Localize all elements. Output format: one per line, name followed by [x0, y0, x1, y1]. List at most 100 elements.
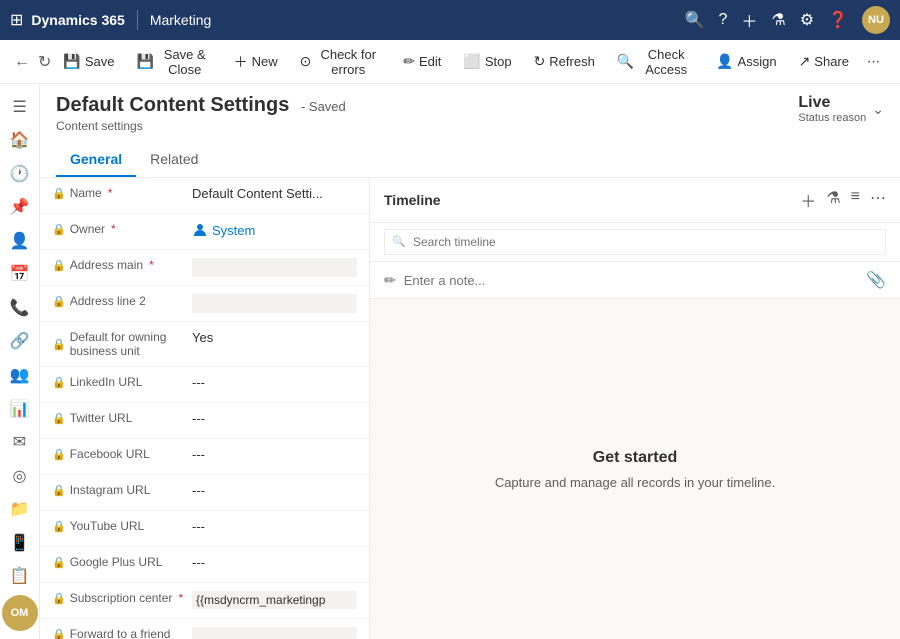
- sidebar-recent-icon[interactable]: 🕐: [2, 159, 38, 189]
- field-instagram: 🔒 Instagram URL ---: [40, 475, 369, 511]
- owner-person-icon: [192, 222, 208, 238]
- edit-button[interactable]: ✏ Edit: [393, 49, 451, 74]
- status-section[interactable]: Live Status reason ⌄: [798, 94, 884, 124]
- save-close-button[interactable]: 💾 Save & Close: [126, 43, 221, 81]
- address-main-input[interactable]: [192, 258, 357, 277]
- edit-icon: ✏: [403, 53, 415, 70]
- address-line2-input[interactable]: [192, 294, 357, 313]
- timeline-columns-icon[interactable]: ≡: [851, 188, 860, 212]
- field-owner-value[interactable]: System: [192, 222, 255, 238]
- timeline-more-icon[interactable]: ⋯: [870, 188, 886, 212]
- new-icon: ＋: [234, 52, 248, 72]
- sidebar-calendar-icon[interactable]: 📅: [2, 260, 38, 290]
- check-access-button[interactable]: 🔍 Check Access: [607, 43, 704, 81]
- record-body: 🔒 Name * Default Content Setti... 🔒 Owne…: [40, 178, 900, 639]
- field-googleplus: 🔒 Google Plus URL ---: [40, 547, 369, 583]
- record-saved-status: - Saved: [301, 99, 346, 114]
- sidebar-clipboard-icon[interactable]: 📋: [2, 561, 38, 591]
- tab-general[interactable]: General: [56, 143, 136, 177]
- field-forward: 🔒 Forward to a friend: [40, 619, 369, 639]
- default-owning-value: Yes: [192, 330, 357, 345]
- sidebar-reports-icon[interactable]: 📊: [2, 394, 38, 424]
- refresh-button[interactable]: ↻ Refresh: [524, 49, 605, 74]
- timeline-add-icon[interactable]: ＋: [800, 188, 816, 212]
- assign-button[interactable]: 👤 Assign: [706, 49, 786, 74]
- sidebar-people-icon[interactable]: 👤: [2, 226, 38, 256]
- subscription-input[interactable]: [192, 591, 357, 609]
- lock-icon-addr2: 🔒: [52, 295, 66, 308]
- filter-icon[interactable]: ⚗: [771, 10, 785, 30]
- field-facebook: 🔒 Facebook URL ---: [40, 439, 369, 475]
- timeline-empty-subtitle: Capture and manage all records in your t…: [495, 475, 775, 490]
- lock-icon-googleplus: 🔒: [52, 556, 66, 569]
- stop-button[interactable]: ⬜ Stop: [453, 49, 521, 74]
- check-access-icon: 🔍: [617, 53, 634, 70]
- field-default-owning: 🔒 Default for owning business unit Yes: [40, 322, 369, 367]
- sidebar-circle-icon[interactable]: ◎: [2, 461, 38, 491]
- sidebar-om-avatar[interactable]: OM: [2, 595, 38, 631]
- more-icon: ⋯: [867, 54, 880, 70]
- new-button[interactable]: ＋ New: [224, 48, 288, 76]
- question-icon[interactable]: ❓: [828, 10, 848, 30]
- search-icon[interactable]: 🔍: [685, 10, 705, 30]
- field-address-main: 🔒 Address main *: [40, 250, 369, 286]
- status-reason: Status reason: [798, 112, 866, 124]
- lock-icon-linkedin: 🔒: [52, 376, 66, 389]
- more-button[interactable]: ⋯: [861, 50, 886, 74]
- timeline-empty-state: Get started Capture and manage all recor…: [370, 299, 900, 639]
- facebook-value: ---: [192, 447, 357, 462]
- user-avatar[interactable]: NU: [862, 6, 890, 34]
- timeline-title: Timeline: [384, 192, 441, 208]
- share-button[interactable]: ↗ Share: [789, 49, 859, 74]
- sidebar-menu-icon[interactable]: ☰: [2, 92, 38, 122]
- sidebar-contacts-icon[interactable]: 👥: [2, 360, 38, 390]
- field-name: 🔒 Name * Default Content Setti...: [40, 178, 369, 214]
- instagram-value: ---: [192, 483, 357, 498]
- field-address-line2: 🔒 Address line 2: [40, 286, 369, 322]
- timeline-section: Timeline ＋ ⚗ ≡ ⋯ ✏ 📎: [370, 178, 900, 639]
- left-sidebar: ☰ 🏠 🕐 📌 👤 📅 📞 🔗 👥 📊 ✉ ◎ 📁 📱 📋 OM: [0, 84, 40, 639]
- record-tabs: General Related: [56, 143, 884, 177]
- sidebar-phone-icon[interactable]: 📞: [2, 293, 38, 323]
- linkedin-value: ---: [192, 375, 357, 390]
- assign-icon: 👤: [716, 53, 733, 70]
- note-input[interactable]: [404, 273, 858, 288]
- lock-icon-youtube: 🔒: [52, 520, 66, 533]
- add-icon[interactable]: ＋: [741, 8, 757, 32]
- field-owner: 🔒 Owner * System: [40, 214, 369, 250]
- sidebar-pinned-icon[interactable]: 📌: [2, 193, 38, 223]
- sidebar-email-icon[interactable]: ✉: [2, 427, 38, 457]
- sidebar-home-icon[interactable]: 🏠: [2, 126, 38, 156]
- nav-divider: [137, 10, 138, 30]
- grid-icon[interactable]: ⊞: [10, 10, 23, 30]
- help-icon[interactable]: ?: [718, 11, 727, 29]
- forward-input[interactable]: [192, 627, 357, 639]
- save-icon: 💾: [63, 53, 80, 70]
- timeline-search-input[interactable]: [384, 229, 886, 255]
- back-icon[interactable]: ←: [14, 53, 30, 71]
- settings-icon[interactable]: ⚙: [800, 10, 814, 30]
- sidebar-connections-icon[interactable]: 🔗: [2, 327, 38, 357]
- lock-icon-addr: 🔒: [52, 259, 66, 272]
- field-twitter: 🔒 Twitter URL ---: [40, 403, 369, 439]
- sidebar-folder-icon[interactable]: 📁: [2, 494, 38, 524]
- top-nav-icons: 🔍 ? ＋ ⚗ ⚙ ❓ NU: [685, 6, 890, 34]
- sidebar-phone2-icon[interactable]: 📱: [2, 528, 38, 558]
- lock-icon-default: 🔒: [52, 338, 66, 351]
- lock-icon-facebook: 🔒: [52, 448, 66, 461]
- lock-icon-owner: 🔒: [52, 223, 66, 236]
- status-label: Live: [798, 94, 866, 112]
- content-area: Default Content Settings - Saved Content…: [40, 84, 900, 639]
- form-section: 🔒 Name * Default Content Setti... 🔒 Owne…: [40, 178, 370, 639]
- save-button[interactable]: 💾 Save: [53, 49, 124, 74]
- timeline-filter-icon[interactable]: ⚗: [826, 188, 840, 212]
- refresh-back-icon[interactable]: ↻: [38, 52, 51, 72]
- field-name-value: Default Content Setti...: [192, 186, 357, 201]
- tab-related[interactable]: Related: [136, 143, 212, 177]
- field-youtube: 🔒 YouTube URL ---: [40, 511, 369, 547]
- module-name: Marketing: [150, 12, 211, 28]
- record-title: Default Content Settings: [56, 94, 289, 116]
- note-attach-icon[interactable]: 📎: [866, 270, 886, 290]
- note-pencil-icon: ✏: [384, 272, 396, 289]
- check-errors-button[interactable]: ⊙ Check for errors: [290, 43, 392, 81]
